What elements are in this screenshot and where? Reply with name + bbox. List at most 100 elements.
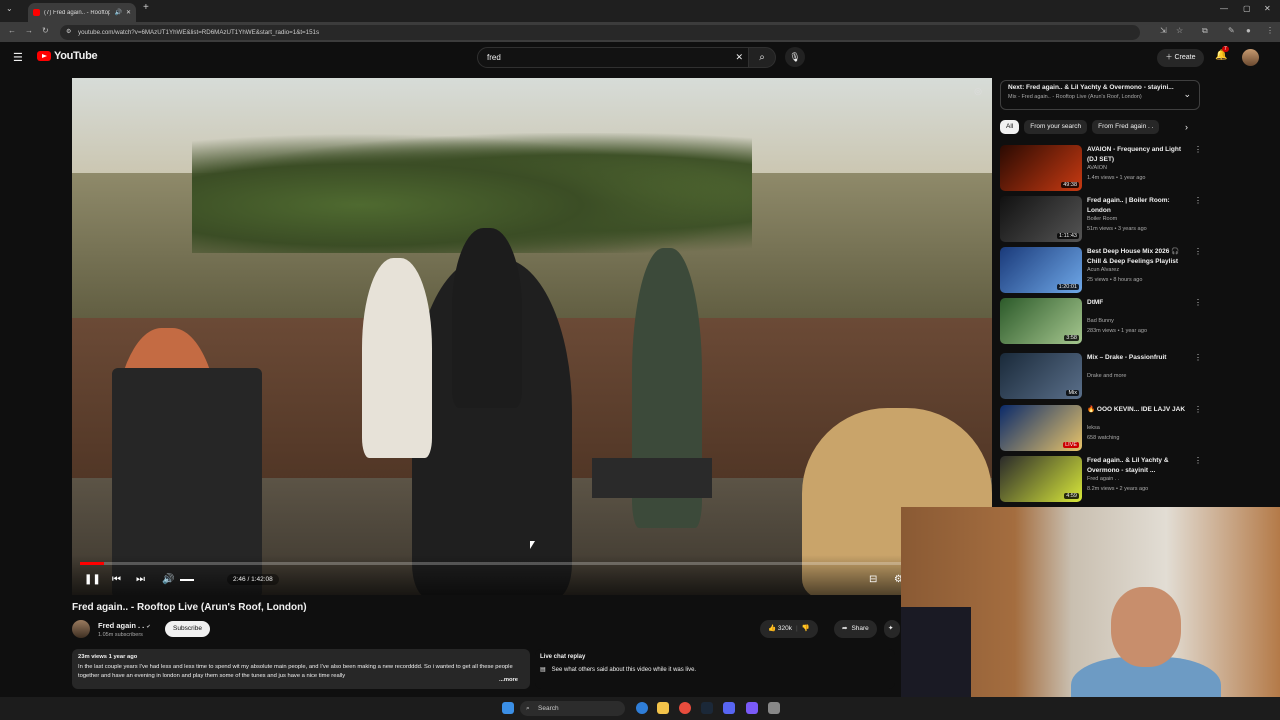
more-options-icon[interactable]: ⋮ [1194,247,1202,256]
recommendation-item[interactable]: 49:38 AVAION - Frequency and Light (DJ SE… [1000,145,1202,191]
recommendation-meta: 658 watching [1087,435,1120,441]
more-actions-button[interactable]: ✦ [884,620,900,638]
bookmark-star-icon[interactable]: ☆ [1176,26,1183,35]
channel-avatar[interactable] [72,620,90,638]
recommendation-channel[interactable]: AVAION [1087,165,1107,171]
recommendation-item[interactable]: 1:11:43 Fred again.. | Boiler Room: Londo… [1000,196,1202,242]
close-window-icon[interactable]: ✕ [1264,4,1271,13]
search-input[interactable]: fred ✕ [477,47,749,68]
share-button[interactable]: ➦ Share [834,620,877,638]
maximize-icon[interactable]: ▢ [1243,4,1251,13]
file-explorer-icon[interactable] [657,702,669,714]
chip-from-fred-again[interactable]: From Fred again . . [1092,120,1160,134]
discord-icon[interactable] [723,702,735,714]
recommendation-channel[interactable]: Drake and more [1087,373,1126,379]
steam-icon[interactable] [701,702,713,714]
minimize-icon[interactable]: — [1220,4,1228,13]
recommendation-channel[interactable]: Boiler Room [1087,216,1117,222]
new-tab-icon[interactable]: + [143,2,149,13]
back-icon[interactable]: ← [8,26,16,35]
recommendation-thumbnail[interactable]: Mix [1000,353,1082,399]
recommendation-channel[interactable]: Acun Alvarez [1087,267,1119,273]
more-options-icon[interactable]: ⋮ [1194,298,1202,307]
recommendation-channel[interactable]: leksa [1087,425,1100,431]
progress-bar[interactable] [80,562,984,565]
recommendation-title[interactable]: 🔥 OOO KEVIN... IDE LAJV JAK [1087,405,1187,415]
more-options-icon[interactable]: ⋮ [1194,196,1202,205]
recommendation-thumbnail[interactable]: 1:20:01 [1000,247,1082,293]
recommendation-item[interactable]: LIVE 🔥 OOO KEVIN... IDE LAJV JAK leksa 658 … [1000,405,1202,451]
channel-name[interactable]: Fred again . . ✔ [98,621,151,630]
duration-badge: 49:38 [1061,182,1079,188]
recommendation-title[interactable]: Fred again.. & Lil Yachty & Overmono - s… [1087,456,1187,475]
install-app-icon[interactable]: ⇲ [1160,26,1167,35]
like-button[interactable]: 👍 320k [768,620,792,638]
recommendation-title[interactable]: Mix – Drake - Passionfruit [1087,353,1187,363]
recommendation-title[interactable]: Best Deep House Mix 2026 🎧 Chill & Deep … [1087,247,1187,266]
subscriber-count: 1.05m subscribers [98,632,143,638]
chrome-icon[interactable] [679,702,691,714]
volume-slider[interactable] [180,579,194,581]
chevron-down-icon[interactable]: ⌄ [1183,89,1191,100]
description-box[interactable]: 23m views 1 year ago In the last couple … [72,649,530,689]
dislike-button[interactable]: 👎 [802,620,810,638]
chip-all[interactable]: All [1000,120,1020,134]
recommendation-thumbnail[interactable]: 1:11:43 [1000,196,1082,242]
subtitles-icon[interactable]: ⊟ [869,574,877,585]
account-avatar[interactable] [1242,49,1259,66]
app-icon[interactable] [768,702,780,714]
more-options-icon[interactable]: ⋮ [1194,405,1202,414]
extensions-icon[interactable]: ⧉ [1202,26,1208,36]
recommendation-thumbnail[interactable]: 49:38 [1000,145,1082,191]
tab-search-icon[interactable]: ⌄ [6,4,13,13]
recommendation-item[interactable]: Mix Mix – Drake - Passionfruit Drake and m… [1000,353,1202,399]
recommendation-thumbnail[interactable]: 4:59 [1000,456,1082,502]
recommendation-title[interactable]: AVAION - Frequency and Light (DJ SET) [1087,145,1187,164]
chevron-right-icon[interactable]: › [1185,122,1188,132]
start-windows-icon[interactable] [502,702,514,714]
previous-icon[interactable]: ⏮ [112,574,121,585]
more-options-icon[interactable]: ⋮ [1194,456,1202,465]
recommendation-channel[interactable]: Fred again . . [1087,476,1119,482]
recommendation-title[interactable]: DtMF [1087,298,1187,308]
hamburger-menu-icon[interactable]: ☰ [13,51,23,64]
taskbar-search[interactable]: ⌕ Search [520,701,625,716]
profile-icon[interactable]: ● [1246,26,1251,35]
recommendation-thumbnail[interactable]: 3:58 [1000,298,1082,344]
site-info-icon[interactable]: ⚙ [66,25,71,40]
more-options-icon[interactable]: ⋮ [1194,353,1202,362]
pause-icon[interactable]: ❚❚ [84,574,101,585]
youtube-logo[interactable]: YouTube [37,50,98,62]
recommendation-channel[interactable]: Bad Bunny [1087,318,1114,324]
video-player[interactable]: ❚❚ ⏮ ⏭ 🔊 2:46 / 1:42:08 ⊟ ⚙ ◎ [72,78,992,595]
recommendation-thumbnail[interactable]: LIVE [1000,405,1082,451]
app-icon[interactable] [746,702,758,714]
next-icon[interactable]: ⏭ [136,574,145,585]
create-button[interactable]: ＋ Create [1157,49,1204,67]
tab-close-icon[interactable]: ✕ [126,9,131,16]
recommendation-item[interactable]: 3:58 DtMF Bad Bunny 283m views • 1 year ago… [1000,298,1202,344]
browser-menu-icon[interactable]: ⋮ [1266,26,1274,35]
browser-tab-active[interactable]: (7) Fred again.. - Rooftop Li 🔊 ✕ [28,3,136,22]
thumbs-up-icon: 👍 [768,625,777,632]
description-more-link[interactable]: ...more [496,675,518,685]
recommendation-item[interactable]: 4:59 Fred again.. & Lil Yachty & Overmono… [1000,456,1202,502]
edit-icon[interactable]: ✎ [1228,26,1235,35]
search-button[interactable]: ⌕ [748,47,776,68]
voice-search-button[interactable]: 🎙 [785,47,805,67]
up-next-panel[interactable]: Next: Fred again.. & Lil Yachty & Overmo… [1000,80,1200,110]
player-info-icon[interactable]: ◎ [974,86,982,97]
clear-search-icon[interactable]: ✕ [735,48,743,67]
chip-from-your-search[interactable]: From your search [1024,120,1088,134]
address-bar[interactable]: ⚙ youtube.com/watch?v=6MAzUT1YhWE&list=R… [60,25,1140,40]
recommendation-item[interactable]: 1:20:01 Best Deep House Mix 2026 🎧 Chill … [1000,247,1202,293]
live-chat-replay[interactable]: Live chat replay ▤ See what others said … [535,649,895,689]
recommendation-title[interactable]: Fred again.. | Boiler Room: London [1087,196,1187,215]
share-label: Share [851,625,869,632]
forward-icon[interactable]: → [25,26,33,35]
reload-icon[interactable]: ↻ [42,26,49,35]
more-options-icon[interactable]: ⋮ [1194,145,1202,154]
edge-icon[interactable] [636,702,648,714]
volume-icon[interactable]: 🔊 [162,574,174,585]
subscribe-button[interactable]: Subscribe [165,621,210,637]
